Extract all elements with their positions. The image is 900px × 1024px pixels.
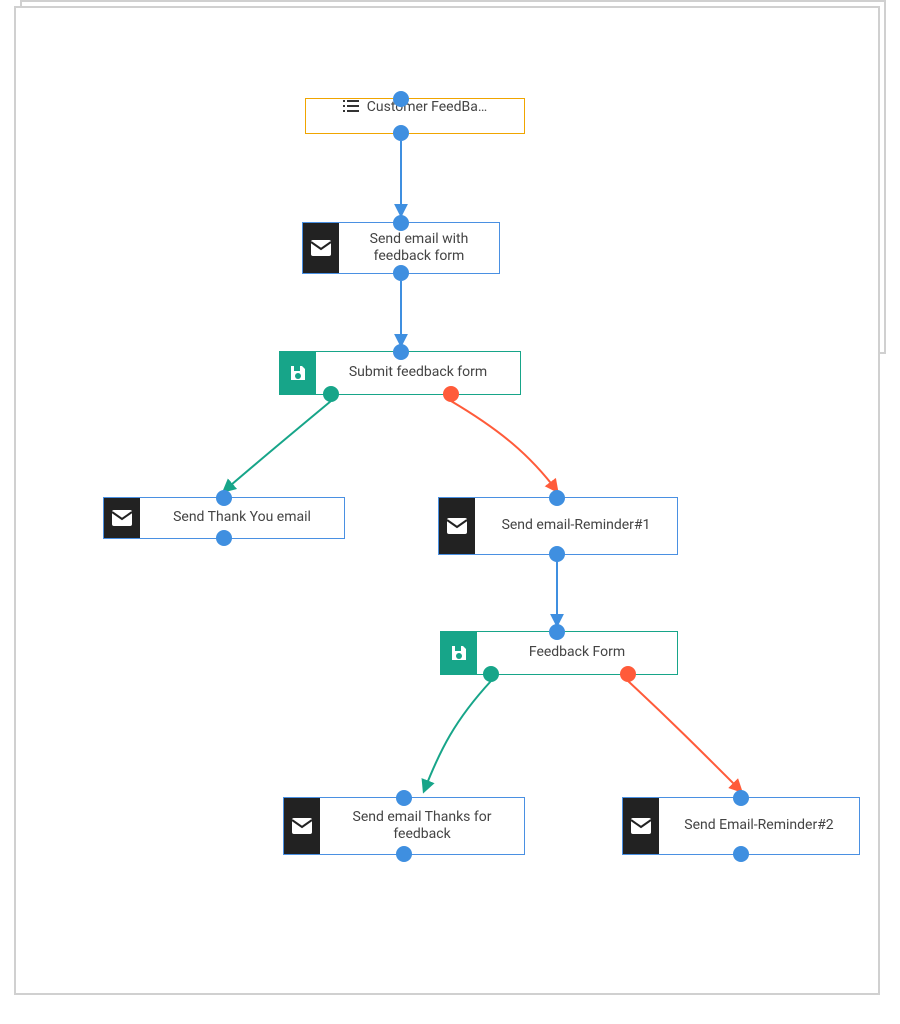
node-send-thank-you-email[interactable]: Send Thank You email: [103, 497, 345, 539]
node-send-email-feedback-form[interactable]: Send email with feedback form: [302, 222, 500, 274]
node-label: Send email-Reminder#1: [475, 498, 677, 554]
save-icon: [280, 352, 316, 394]
node-send-email-thanks-feedback[interactable]: Send email Thanks for feedback: [283, 797, 525, 855]
envelope-icon: [284, 798, 320, 854]
envelope-icon: [623, 798, 659, 854]
node-submit-feedback-form[interactable]: Submit feedback form: [279, 351, 521, 395]
node-label: Send Email-Reminder#2: [659, 798, 859, 854]
list-icon: [343, 99, 359, 133]
node-send-email-reminder-2[interactable]: Send Email-Reminder#2: [622, 797, 860, 855]
node-send-email-reminder-1[interactable]: Send email-Reminder#1: [438, 497, 678, 555]
node-label: Feedback Form: [477, 632, 677, 674]
node-feedback-form[interactable]: Feedback Form: [440, 631, 678, 675]
root-label: Customer FeedBa…: [367, 99, 487, 133]
node-label: Submit feedback form: [316, 352, 520, 394]
envelope-icon: [303, 223, 339, 273]
node-label: Send Thank You email: [140, 498, 344, 538]
node-label: Send email Thanks for feedback: [320, 798, 524, 854]
envelope-icon: [439, 498, 475, 554]
root-node[interactable]: Customer FeedBa…: [305, 98, 525, 134]
diagram-canvas[interactable]: Customer FeedBa… Send email with feedbac…: [0, 0, 900, 1024]
envelope-icon: [104, 498, 140, 538]
node-label: Send email with feedback form: [339, 223, 499, 273]
save-icon: [441, 632, 477, 674]
